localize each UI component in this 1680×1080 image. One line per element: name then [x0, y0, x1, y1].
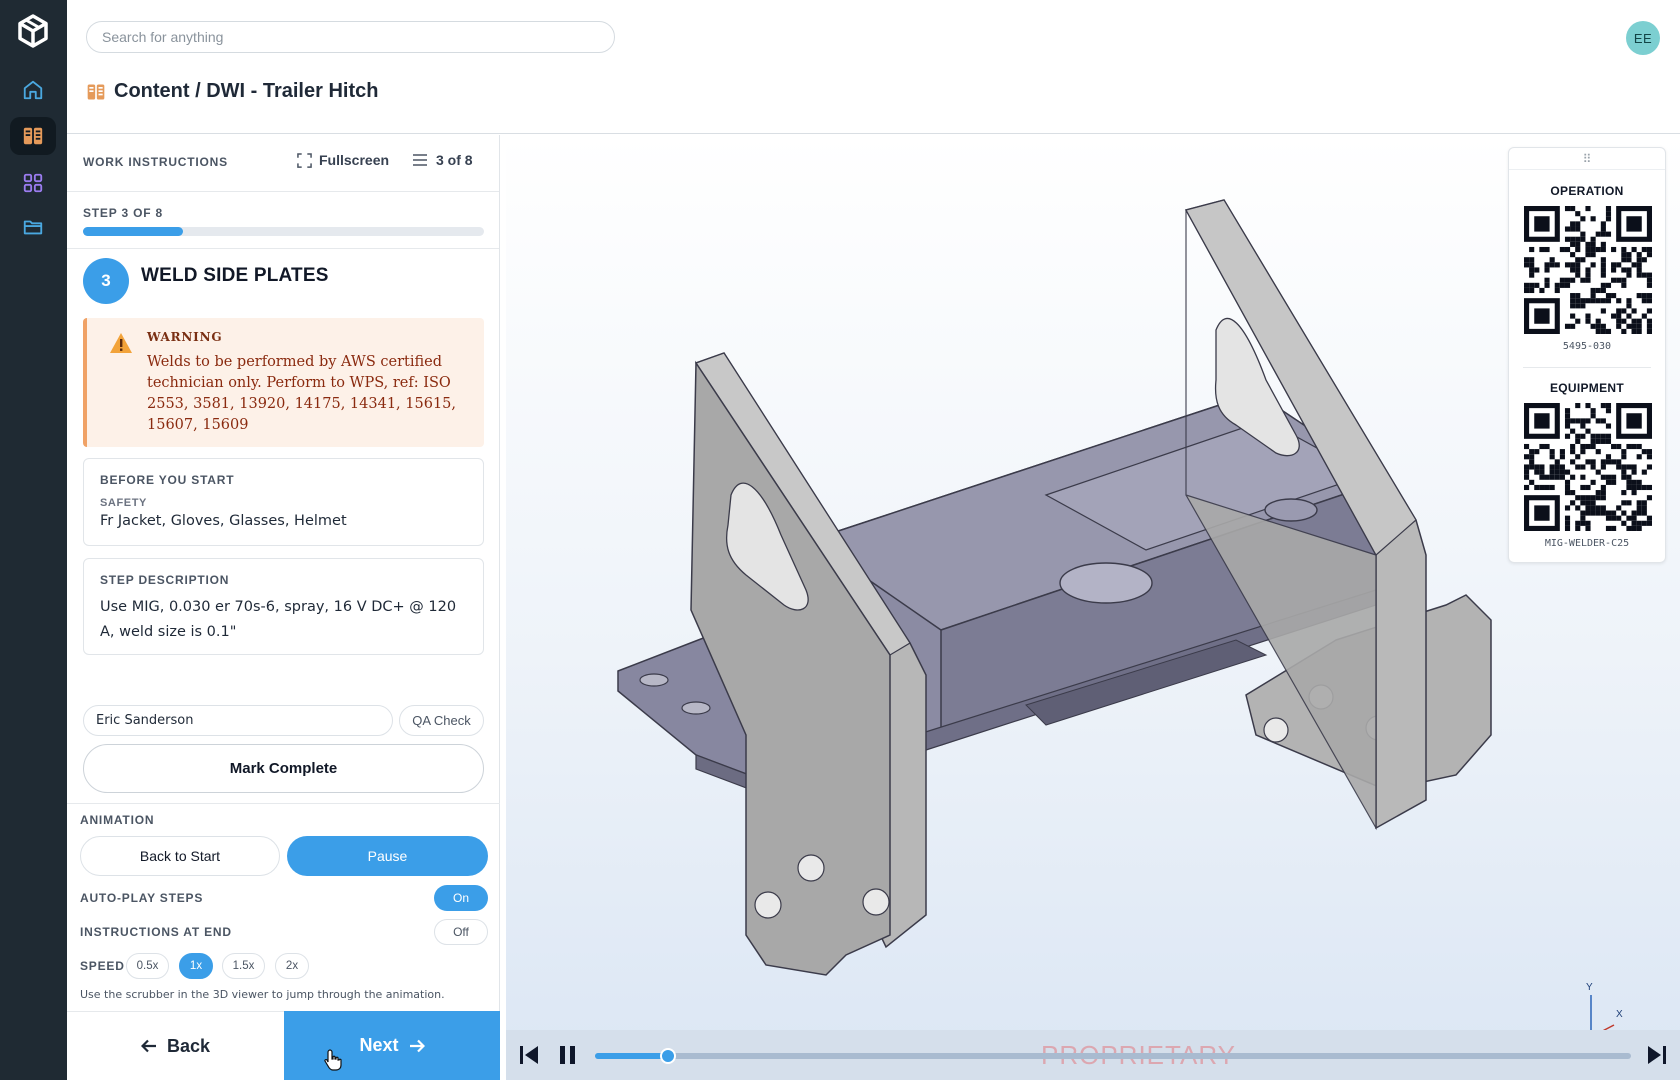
speed-option[interactable]: 2x: [275, 953, 309, 979]
skip-forward-icon[interactable]: [1646, 1044, 1668, 1066]
warning-title: WARNING: [147, 330, 223, 344]
search-input[interactable]: [86, 21, 615, 53]
safety-label: SAFETY: [100, 497, 147, 509]
arrow-left-icon: [140, 1039, 156, 1053]
qr-code-panel: ⠿ OPERATION 5495-030 EQUIPMENT MIG-WELDE…: [1508, 147, 1666, 563]
work-instructions-panel: WORK INSTRUCTIONS Fullscreen 3 of 8 STEP…: [67, 135, 500, 1080]
back-to-start-button[interactable]: Back to Start: [80, 836, 280, 876]
instructions-at-end-label: INSTRUCTIONS AT END: [80, 925, 232, 939]
divider: [1523, 367, 1651, 368]
list-icon: [413, 154, 427, 166]
content-icon: [87, 84, 105, 99]
speed-option[interactable]: 0.5x: [126, 953, 169, 979]
top-bar: EE Content / DWI - Trailer Hitch: [67, 0, 1680, 134]
step-counter: 3 of 8: [436, 152, 473, 168]
step-progress-fill: [83, 227, 184, 236]
speed-option[interactable]: 1.5x: [222, 953, 265, 979]
apps-grid-icon: [23, 173, 43, 193]
skip-back-icon[interactable]: [518, 1044, 540, 1066]
equipment-code: MIG-WELDER-C25: [1544, 538, 1630, 549]
3d-viewer[interactable]: Y X Z: [506, 135, 1680, 1080]
nav-rail: [0, 0, 67, 1080]
trailer-hitch-model[interactable]: [506, 135, 1680, 1080]
panel-title: WORK INSTRUCTIONS: [83, 155, 228, 169]
warning-text: Welds to be performed by AWS certified t…: [147, 354, 457, 433]
pause-icon[interactable]: [558, 1044, 578, 1066]
breadcrumb: Content / DWI - Trailer Hitch: [86, 80, 378, 103]
mark-complete-button[interactable]: Mark Complete: [83, 744, 484, 793]
scrubber-handle[interactable]: [659, 1048, 676, 1064]
app-logo-icon[interactable]: [14, 12, 52, 50]
drag-handle-icon[interactable]: ⠿: [1509, 148, 1665, 170]
arrow-right-icon: [409, 1039, 425, 1052]
before-you-start-card: BEFORE YOU START SAFETY Fr Jacket, Glove…: [83, 458, 484, 546]
user-avatar[interactable]: EE: [1626, 21, 1660, 55]
description-title: STEP DESCRIPTION: [100, 573, 230, 587]
warning-icon: [110, 333, 132, 353]
home-icon: [23, 80, 43, 100]
back-button[interactable]: Back: [67, 1011, 284, 1080]
pointer-cursor-icon: [324, 1049, 342, 1071]
fullscreen-icon: [297, 152, 312, 168]
qa-check-button[interactable]: QA Check: [399, 705, 484, 736]
step-title: WELD SIDE PLATES: [141, 265, 329, 286]
divider: [67, 803, 500, 804]
step-label: STEP 3 OF 8: [83, 206, 163, 220]
nav-folder[interactable]: [10, 208, 56, 246]
page-title: Content / DWI - Trailer Hitch: [114, 80, 379, 102]
next-button[interactable]: Next: [284, 1011, 500, 1080]
speed-option[interactable]: 1x: [179, 953, 213, 979]
instructions-at-end-toggle[interactable]: Off: [434, 919, 488, 945]
autoplay-toggle[interactable]: On: [434, 885, 488, 911]
operator-name-field[interactable]: [83, 705, 393, 736]
nav-content[interactable]: [10, 117, 56, 155]
back-label: Back: [166, 1035, 211, 1056]
step-progress: STEP 3 OF 8: [67, 192, 499, 249]
operation-qr-code: [1524, 206, 1652, 334]
operation-code: 5495-030: [1562, 341, 1612, 352]
warning-callout: WARNING Welds to be performed by AWS cer…: [83, 318, 484, 447]
pause-button[interactable]: Pause: [287, 836, 488, 876]
fullscreen-label: Fullscreen: [319, 152, 390, 168]
nav-home[interactable]: [10, 71, 56, 109]
folder-icon: [23, 220, 43, 235]
axis-x-label: X: [1616, 1009, 1623, 1020]
nav-apps[interactable]: [10, 164, 56, 202]
playback-bar: PROPRIETARY: [506, 1030, 1680, 1080]
before-start-title: BEFORE YOU START: [100, 473, 235, 487]
equipment-label: EQUIPMENT: [1549, 381, 1625, 395]
content-icon: [23, 127, 43, 145]
step-list-button[interactable]: 3 of 8: [412, 152, 473, 168]
step-progress-track: [83, 227, 484, 236]
step-number-badge: 3: [83, 258, 129, 304]
description-text: Use MIG, 0.030 er 70s-6, spray, 16 V DC+…: [100, 599, 457, 640]
panel-header: WORK INSTRUCTIONS Fullscreen 3 of 8: [67, 135, 499, 192]
axis-y-label: Y: [1586, 982, 1593, 993]
playback-scrubber[interactable]: [595, 1048, 1631, 1064]
operation-label: OPERATION: [1550, 184, 1624, 198]
next-label: Next: [359, 1035, 399, 1055]
fullscreen-button[interactable]: Fullscreen: [297, 152, 389, 168]
playback-progress: [595, 1053, 668, 1059]
safety-value: Fr Jacket, Gloves, Glasses, Helmet: [100, 513, 347, 529]
step-description-card: STEP DESCRIPTION Use MIG, 0.030 er 70s-6…: [83, 558, 484, 655]
speed-label: SPEED: [80, 959, 125, 973]
equipment-qr-code: [1524, 403, 1652, 531]
animation-label: ANIMATION: [80, 813, 155, 827]
autoplay-label: AUTO-PLAY STEPS: [80, 891, 204, 905]
scrubber-hint: Use the scrubber in the 3D viewer to jum…: [80, 988, 445, 1001]
